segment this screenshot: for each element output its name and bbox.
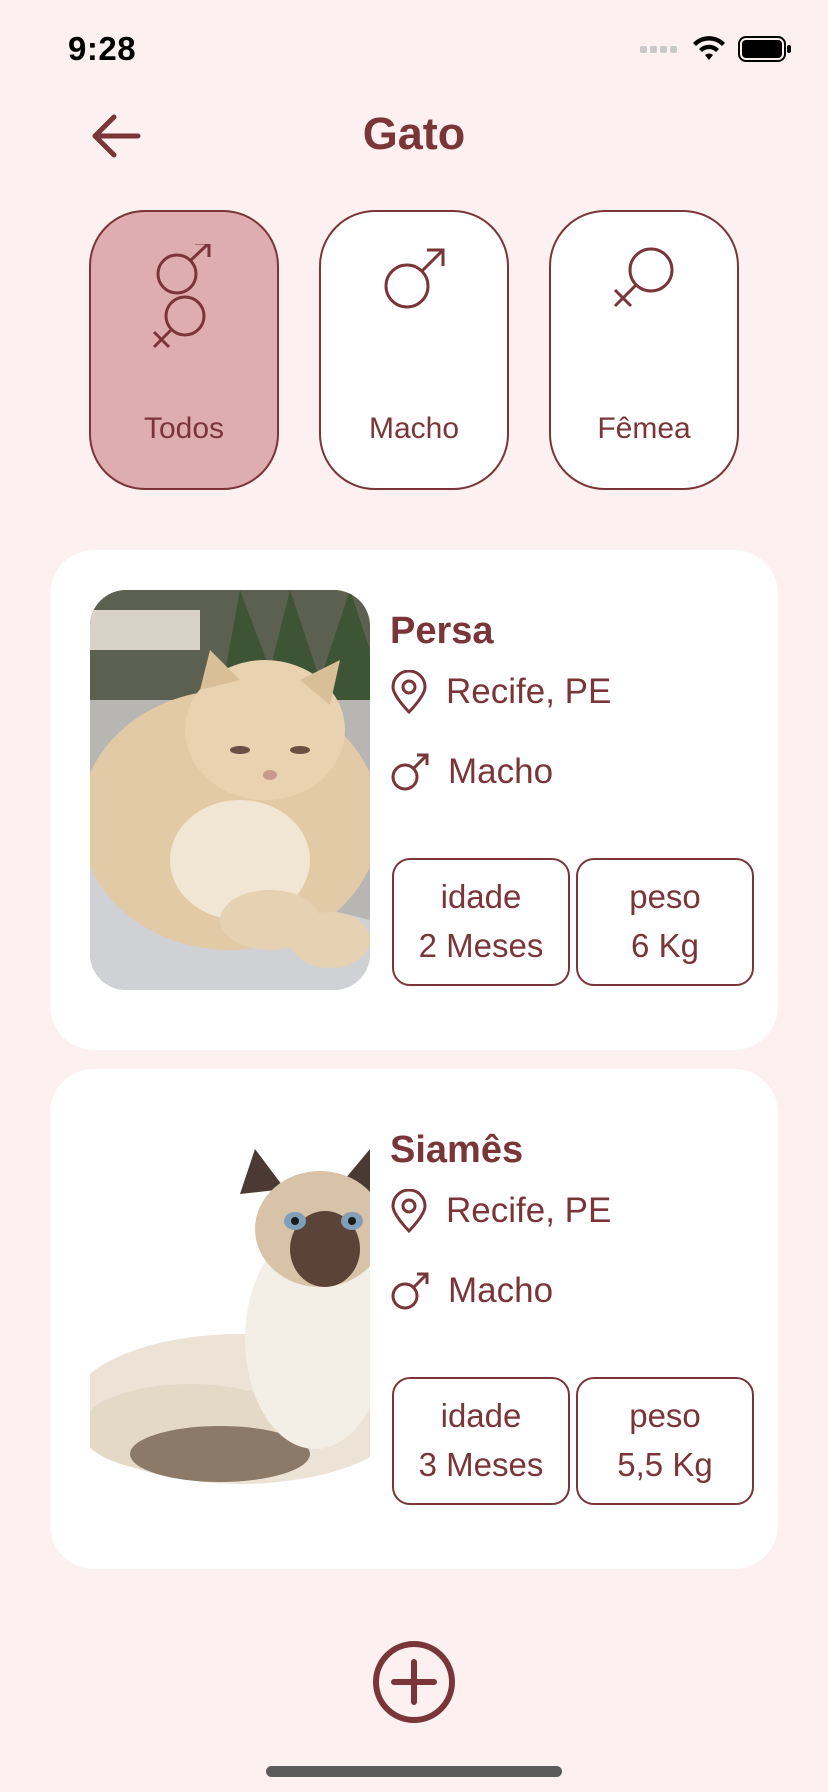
gender-filters: Todos Macho Fêmea [89, 210, 739, 490]
filter-macho[interactable]: Macho [319, 210, 509, 490]
pet-name: Siamês [390, 1129, 524, 1171]
filter-todos[interactable]: Todos [89, 210, 279, 490]
pet-location-text: Recife, PE [446, 672, 612, 711]
male-female-icon [152, 244, 211, 349]
weight-box: peso 6 Kg [576, 858, 754, 986]
battery-icon [738, 36, 791, 62]
female-icon [613, 247, 674, 308]
pet-sex-text: Macho [448, 752, 554, 791]
male-icon [391, 753, 429, 791]
pet-card[interactable]: Persa Recife, PE Macho idade 2 Meses pes… [50, 550, 778, 1050]
wifi-icon [693, 36, 725, 60]
weight-box: peso 5,5 Kg [576, 1377, 754, 1505]
signal-icon [640, 46, 677, 53]
pet-sex: Macho [390, 1271, 553, 1311]
age-box: idade 2 Meses [392, 858, 570, 986]
male-icon [391, 1272, 429, 1310]
age-value: 2 Meses [418, 927, 544, 964]
home-indicator[interactable] [266, 1766, 562, 1777]
pet-location: Recife, PE [390, 670, 611, 714]
pet-sex: Macho [390, 752, 553, 792]
add-pet-button[interactable] [372, 1640, 456, 1724]
pet-sex-text: Macho [448, 1271, 554, 1310]
page-title: Gato [362, 108, 466, 159]
age-value: 3 Meses [418, 1446, 544, 1483]
weight-label: peso [629, 1397, 701, 1435]
weight-value: 6 Kg [631, 927, 699, 964]
pet-location: Recife, PE [390, 1189, 611, 1233]
pet-stats: idade 2 Meses peso 6 Kg [392, 858, 754, 986]
age-label: idade [440, 878, 522, 916]
filter-label: Todos [143, 412, 225, 445]
pet-card[interactable]: Siamês Recife, PE Macho idade 3 Meses pe… [50, 1069, 778, 1569]
weight-label: peso [629, 878, 701, 916]
screen: 9:28 Gato Todos Macho Fêmea Persa Recife… [0, 0, 828, 1792]
male-icon [384, 248, 445, 309]
filter-femea[interactable]: Fêmea [549, 210, 739, 490]
pet-location-text: Recife, PE [446, 1191, 612, 1230]
age-box: idade 3 Meses [392, 1377, 570, 1505]
pet-photo [90, 1109, 370, 1509]
status-icons [640, 36, 792, 62]
pet-photo [90, 590, 370, 990]
age-label: idade [440, 1397, 522, 1435]
location-pin-icon [391, 1189, 427, 1233]
filter-label: Macho [368, 412, 460, 445]
location-pin-icon [391, 670, 427, 714]
pet-name: Persa [390, 610, 494, 652]
status-time: 9:28 [68, 30, 137, 67]
weight-value: 5,5 Kg [617, 1446, 713, 1483]
filter-label: Fêmea [597, 412, 691, 445]
pet-stats: idade 3 Meses peso 5,5 Kg [392, 1377, 754, 1505]
plus-circle-icon [373, 1641, 455, 1723]
